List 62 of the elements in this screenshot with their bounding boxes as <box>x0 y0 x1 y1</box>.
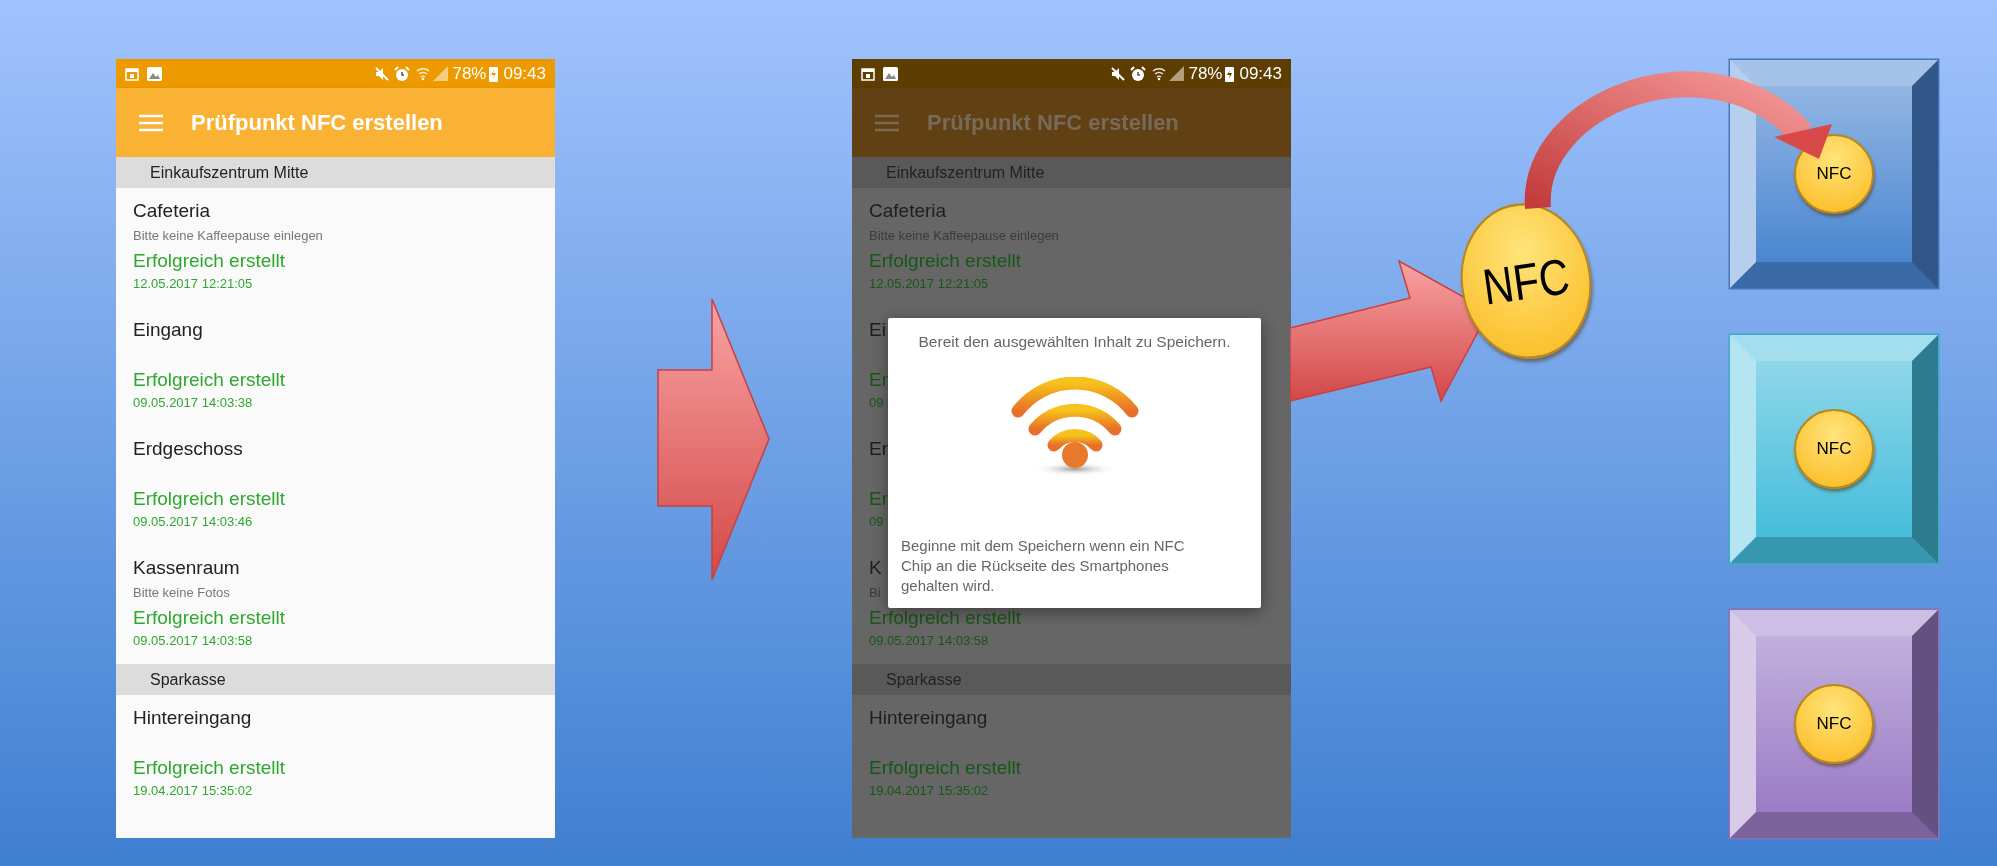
status-text: Erfolgreich erstellt <box>869 605 1022 630</box>
timestamp: 09 <box>869 513 884 532</box>
dialog-title: Bereit den ausgewählten Inhalt zu Speichern. <box>918 332 1231 352</box>
section-title: Sparkasse <box>886 669 962 690</box>
checkpoint-title: K <box>869 555 882 580</box>
screen-title: Prüfpunkt NFC erstellen <box>927 109 1179 137</box>
battery-percent: 78% <box>1188 62 1223 85</box>
checkpoint-title: Er <box>869 436 888 461</box>
timestamp: 09.05.2017 14:03:58 <box>133 632 253 651</box>
wifi-icon <box>1152 65 1167 82</box>
battery-icon <box>489 65 499 82</box>
status-text: Erfolgreich erstellt <box>133 486 286 511</box>
nfc-coin: NFC <box>1794 409 1874 489</box>
clock-time: 09:43 <box>503 62 546 85</box>
status-text: Erfolgreich erstellt <box>133 755 286 780</box>
calendar-icon <box>861 66 875 81</box>
checkpoint-title: Erdgeschoss <box>133 436 243 461</box>
checkpoint-title: Cafeteria <box>133 198 211 223</box>
wifi-icon <box>416 65 431 82</box>
screen-title: Prüfpunkt NFC erstellen <box>191 109 443 137</box>
status-text: Erfolgreich erstellt <box>133 248 286 273</box>
timestamp: 19.04.2017 15:35:02 <box>869 782 989 801</box>
menu-icon[interactable] <box>875 113 899 132</box>
status-text: Erfolgreich erstellt <box>869 248 1022 273</box>
status-text: Erfolgreich erstellt <box>133 367 286 392</box>
calendar-icon <box>125 66 139 81</box>
alarm-icon <box>394 65 411 82</box>
dialog-message: Beginne mit dem Speichern wenn ein NFC Chip an die Rückseite des Smartphones gehalten wird. <box>901 536 1186 596</box>
clock-time: 09:43 <box>1239 62 1282 85</box>
section-title: Einkaufszentrum Mitte <box>150 162 309 183</box>
image-icon <box>147 66 162 81</box>
section-title: Einkaufszentrum Mitte <box>886 162 1045 183</box>
checkpoint-note: Bitte keine Fotos <box>133 584 230 603</box>
checkpoint-title: Eingang <box>133 317 203 342</box>
mute-icon <box>1110 65 1127 82</box>
timestamp: 12.05.2017 12:21:05 <box>133 275 253 294</box>
status-text: Erfolgreich erstellt <box>133 605 286 630</box>
status-text: Er <box>869 486 888 511</box>
timestamp: 12.05.2017 12:21:05 <box>869 275 989 294</box>
signal-icon <box>433 66 449 81</box>
checkpoint-title: Cafeteria <box>869 198 947 223</box>
checkpoint-title: Hintereingang <box>869 705 988 730</box>
status-text: Er <box>869 367 888 392</box>
nfc-coin: NFC <box>1794 684 1874 764</box>
checkpoint-title: Kassenraum <box>133 555 240 580</box>
nfc-coin: NFC <box>1794 134 1874 214</box>
timestamp: 09 <box>869 394 884 413</box>
checkpoint-title: Hintereingang <box>133 705 252 730</box>
status-text: Erfolgreich erstellt <box>869 755 1022 780</box>
timestamp: 19.04.2017 15:35:02 <box>133 782 253 801</box>
alarm-icon <box>1130 65 1147 82</box>
image-icon <box>883 66 898 81</box>
signal-icon <box>1169 66 1185 81</box>
battery-icon <box>1225 65 1235 82</box>
checkpoint-note: Bitte keine Kaffeepause einlegen <box>133 227 323 246</box>
battery-percent: 78% <box>452 62 487 85</box>
timestamp: 09.05.2017 14:03:38 <box>133 394 253 413</box>
section-title: Sparkasse <box>150 669 226 690</box>
checkpoint-title: Ei <box>869 317 886 342</box>
mute-icon <box>374 65 391 82</box>
timestamp: 09.05.2017 14:03:58 <box>869 632 989 651</box>
timestamp: 09.05.2017 14:03:46 <box>133 513 253 532</box>
